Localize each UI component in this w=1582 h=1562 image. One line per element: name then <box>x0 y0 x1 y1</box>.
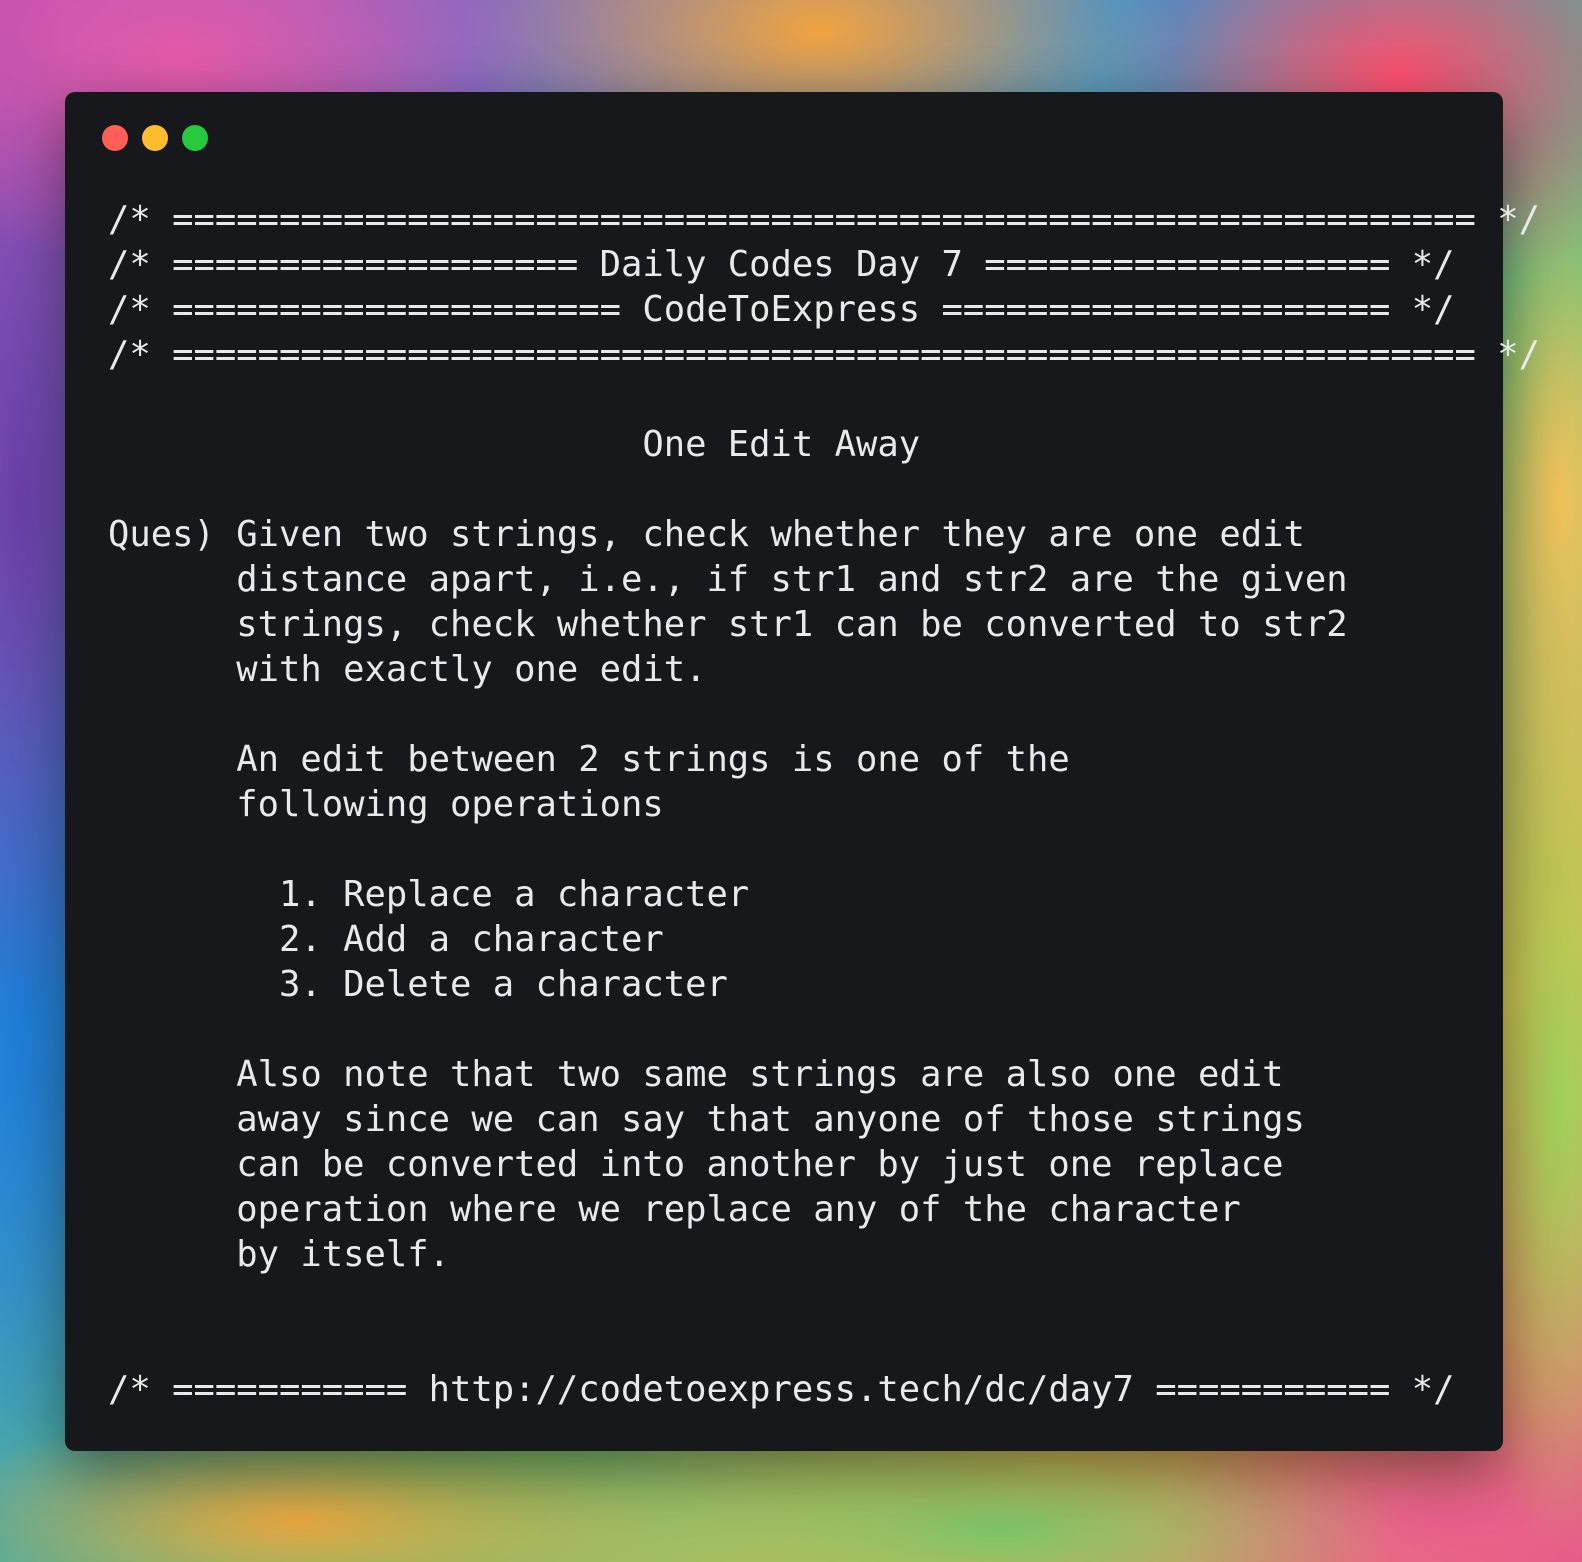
maximize-button[interactable] <box>182 125 208 151</box>
question-line: with exactly one edit. <box>108 649 707 690</box>
note-line: by itself. <box>108 1234 450 1275</box>
banner-title-line: /* =================== Daily Codes Day 7… <box>108 244 1455 285</box>
footer-url-line: /* =========== http://codetoexpress.tech… <box>108 1369 1455 1410</box>
question-line: strings, check whether str1 can be conve… <box>108 604 1348 645</box>
banner-line: /* =====================================… <box>108 334 1540 375</box>
minimize-button[interactable] <box>142 125 168 151</box>
note-line: away since we can say that anyone of tho… <box>108 1099 1305 1140</box>
close-button[interactable] <box>102 125 128 151</box>
window-controls <box>102 125 208 151</box>
note-line: Also note that two same strings are also… <box>108 1054 1284 1095</box>
note-line: can be converted into another by just on… <box>108 1144 1284 1185</box>
banner-line: /* =====================================… <box>108 199 1540 240</box>
code-window: /* =====================================… <box>65 92 1540 1451</box>
operation-list-item: 2. Add a character <box>108 919 664 960</box>
code-block: /* =====================================… <box>108 197 1540 1412</box>
banner-brand-line: /* ===================== CodeToExpress =… <box>108 289 1455 330</box>
question-line: Ques) Given two strings, check whether t… <box>108 514 1305 555</box>
problem-title: One Edit Away <box>108 424 921 465</box>
edit-definition-line: An edit between 2 strings is one of the <box>108 739 1070 780</box>
question-line: distance apart, i.e., if str1 and str2 a… <box>108 559 1348 600</box>
operation-list-item: 3. Delete a character <box>108 964 728 1005</box>
edit-definition-line: following operations <box>108 784 664 825</box>
operation-list-item: 1. Replace a character <box>108 874 750 915</box>
note-line: operation where we replace any of the ch… <box>108 1189 1241 1230</box>
